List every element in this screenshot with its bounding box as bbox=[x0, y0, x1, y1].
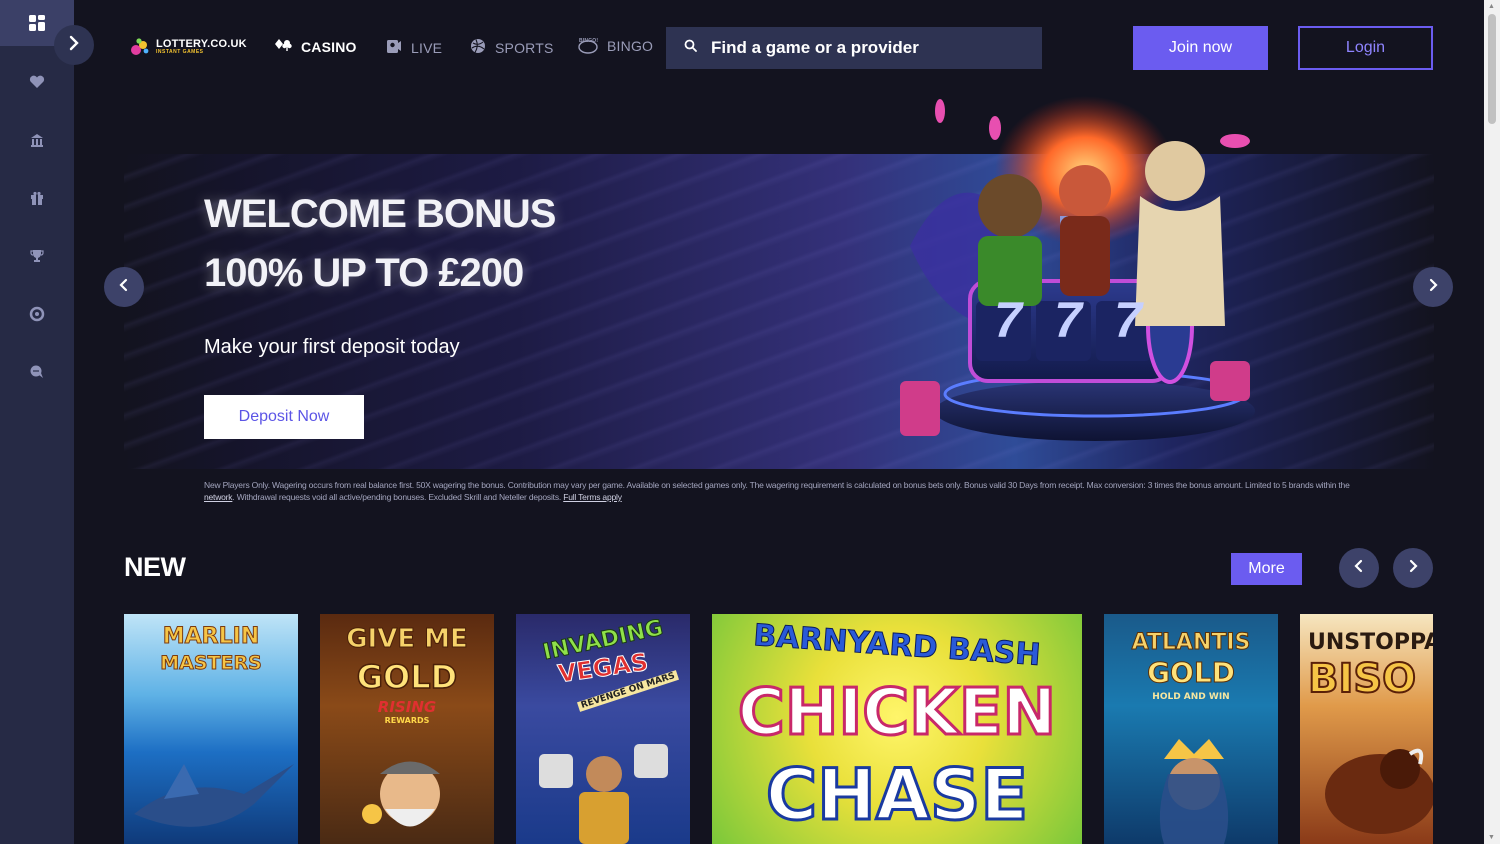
nav-live[interactable]: LIVE bbox=[386, 38, 442, 57]
game-tile-give-me-gold[interactable]: GIVE ME GOLD RISING REWARDS bbox=[320, 614, 494, 844]
game-title-line2: GOLD bbox=[1147, 656, 1236, 690]
chevron-right-icon bbox=[68, 35, 80, 56]
sidebar-item-casino[interactable] bbox=[0, 118, 74, 162]
full-terms-link[interactable]: Full Terms apply bbox=[563, 492, 622, 502]
new-prev-button[interactable] bbox=[1339, 548, 1379, 588]
sidebar-item-tournaments[interactable] bbox=[0, 234, 74, 278]
nav-live-label: LIVE bbox=[411, 39, 443, 56]
robot-dice-art bbox=[539, 744, 668, 844]
brand-tagline: INSTANT GAMES bbox=[156, 49, 204, 55]
bonus-terms: New Players Only. Wagering occurs from r… bbox=[204, 479, 1374, 503]
game-tile-chicken-chase[interactable]: BARNYARD BASH CHICKEN CHASE bbox=[712, 614, 1082, 844]
banner-title-line2: 100% UP TO £200 bbox=[204, 251, 524, 295]
logo-balls-icon bbox=[130, 36, 152, 58]
game-title-line3: HOLD AND WIN bbox=[1152, 692, 1230, 702]
chevron-left-icon bbox=[119, 278, 129, 297]
nav-casino-label: CASINO bbox=[301, 38, 357, 55]
chevron-right-icon bbox=[1428, 278, 1438, 297]
new-next-button[interactable] bbox=[1393, 548, 1433, 588]
game-title-line3: CHASE bbox=[764, 753, 1029, 838]
game-title-line4: REWARDS bbox=[384, 716, 430, 725]
nav-bingo[interactable]: BINGO! BINGO bbox=[578, 38, 653, 54]
bingo-badge: BINGO! bbox=[579, 38, 599, 44]
gold-miner-art bbox=[362, 761, 440, 827]
brand-logo[interactable]: LOTTERY.CO.UK INSTANT GAMES bbox=[130, 36, 247, 58]
banner-prev-button[interactable] bbox=[104, 267, 144, 307]
game-title-line2: CHICKEN bbox=[736, 675, 1057, 752]
search-icon bbox=[684, 39, 697, 57]
nav-bingo-label: BINGO bbox=[607, 38, 654, 54]
grid-icon bbox=[28, 14, 46, 32]
cards-icon bbox=[274, 38, 292, 55]
nav-casino[interactable]: CASINO bbox=[274, 38, 357, 55]
search-bar[interactable] bbox=[666, 27, 1042, 69]
terms-text-1: New Players Only. Wagering occurs from r… bbox=[204, 480, 1350, 490]
game-tile-atlantis-gold[interactable]: ATLANTIS GOLD HOLD AND WIN bbox=[1104, 614, 1278, 844]
live-dealer-icon bbox=[386, 38, 402, 57]
nav-sports-label: SPORTS bbox=[495, 39, 554, 56]
game-tile-marlin-masters[interactable]: MARLIN MASTERS bbox=[124, 614, 298, 844]
page-scrollbar[interactable]: ▲ ▼ bbox=[1484, 0, 1500, 844]
sidebar-item-responsible-gaming[interactable] bbox=[0, 292, 74, 336]
terms-text-2: . Withdrawal requests void all active/pe… bbox=[232, 492, 562, 502]
sidebar-expand-button[interactable] bbox=[54, 25, 94, 65]
sidebar-item-favourites[interactable] bbox=[0, 60, 74, 104]
banner-artwork: 7 7 7 bbox=[880, 96, 1280, 456]
game-title-line1: MARLIN bbox=[162, 624, 260, 650]
game-title-line1: GIVE ME bbox=[346, 624, 469, 655]
game-title-line2: GOLD bbox=[356, 657, 458, 697]
banner-title-line1: WELCOME BONUS bbox=[204, 192, 556, 236]
scroll-down-arrow-icon[interactable]: ▼ bbox=[1488, 834, 1495, 841]
chevron-right-icon bbox=[1408, 559, 1418, 578]
slot-reel-1: 7 bbox=[994, 292, 1022, 348]
casino-icon bbox=[28, 131, 46, 149]
banner-next-button[interactable] bbox=[1413, 267, 1453, 307]
trophy-icon bbox=[28, 247, 46, 265]
search-input[interactable] bbox=[711, 38, 1031, 58]
bingo-ball-icon: BINGO! bbox=[578, 38, 598, 54]
join-now-button[interactable]: Join now bbox=[1133, 26, 1268, 70]
sidebar-item-promotions[interactable] bbox=[0, 176, 74, 220]
new-section-title: NEW bbox=[124, 552, 186, 582]
nav-sports[interactable]: SPORTS bbox=[470, 38, 554, 57]
top-bar: LOTTERY.CO.UK INSTANT GAMES CASINO LIVE … bbox=[74, 0, 1484, 96]
poseidon-art bbox=[1159, 739, 1229, 844]
slot-reel-2: 7 bbox=[1054, 292, 1082, 348]
game-title-line1: ATLANTIS bbox=[1131, 630, 1251, 656]
lifebuoy-icon bbox=[28, 305, 46, 323]
game-title-line1: BARNYARD BASH bbox=[752, 618, 1042, 674]
game-tile-invading-vegas[interactable]: INVADING VEGAS REVENGE ON MARS bbox=[516, 614, 690, 844]
slot-reel-3: 7 bbox=[1114, 292, 1142, 348]
game-title-line1: UNSTOPPAI bbox=[1308, 630, 1433, 655]
scroll-up-arrow-icon[interactable]: ▲ bbox=[1488, 3, 1495, 10]
game-title-line2: MASTERS bbox=[160, 652, 263, 675]
game-tile-unstoppable-bison[interactable]: UNSTOPPAI BISO bbox=[1300, 614, 1433, 844]
game-title-line3: RISING bbox=[377, 698, 437, 716]
deposit-now-button[interactable]: Deposit Now bbox=[204, 395, 364, 439]
marlin-fish-art bbox=[134, 764, 294, 827]
banner-subtitle: Make your first deposit today bbox=[204, 336, 460, 358]
heart-icon bbox=[28, 73, 46, 91]
chat-icon bbox=[28, 363, 46, 381]
terms-network-link[interactable]: network bbox=[204, 492, 233, 502]
login-button[interactable]: Login bbox=[1298, 26, 1433, 70]
game-title-line2: BISO bbox=[1307, 655, 1417, 703]
sidebar bbox=[0, 0, 74, 844]
gift-icon bbox=[28, 189, 46, 207]
sidebar-item-support[interactable] bbox=[0, 350, 74, 394]
chevron-left-icon bbox=[1354, 559, 1364, 578]
scrollbar-thumb[interactable] bbox=[1488, 14, 1496, 124]
sports-ball-icon bbox=[470, 38, 486, 57]
bison-art bbox=[1325, 748, 1433, 834]
new-more-button[interactable]: More bbox=[1231, 553, 1302, 585]
